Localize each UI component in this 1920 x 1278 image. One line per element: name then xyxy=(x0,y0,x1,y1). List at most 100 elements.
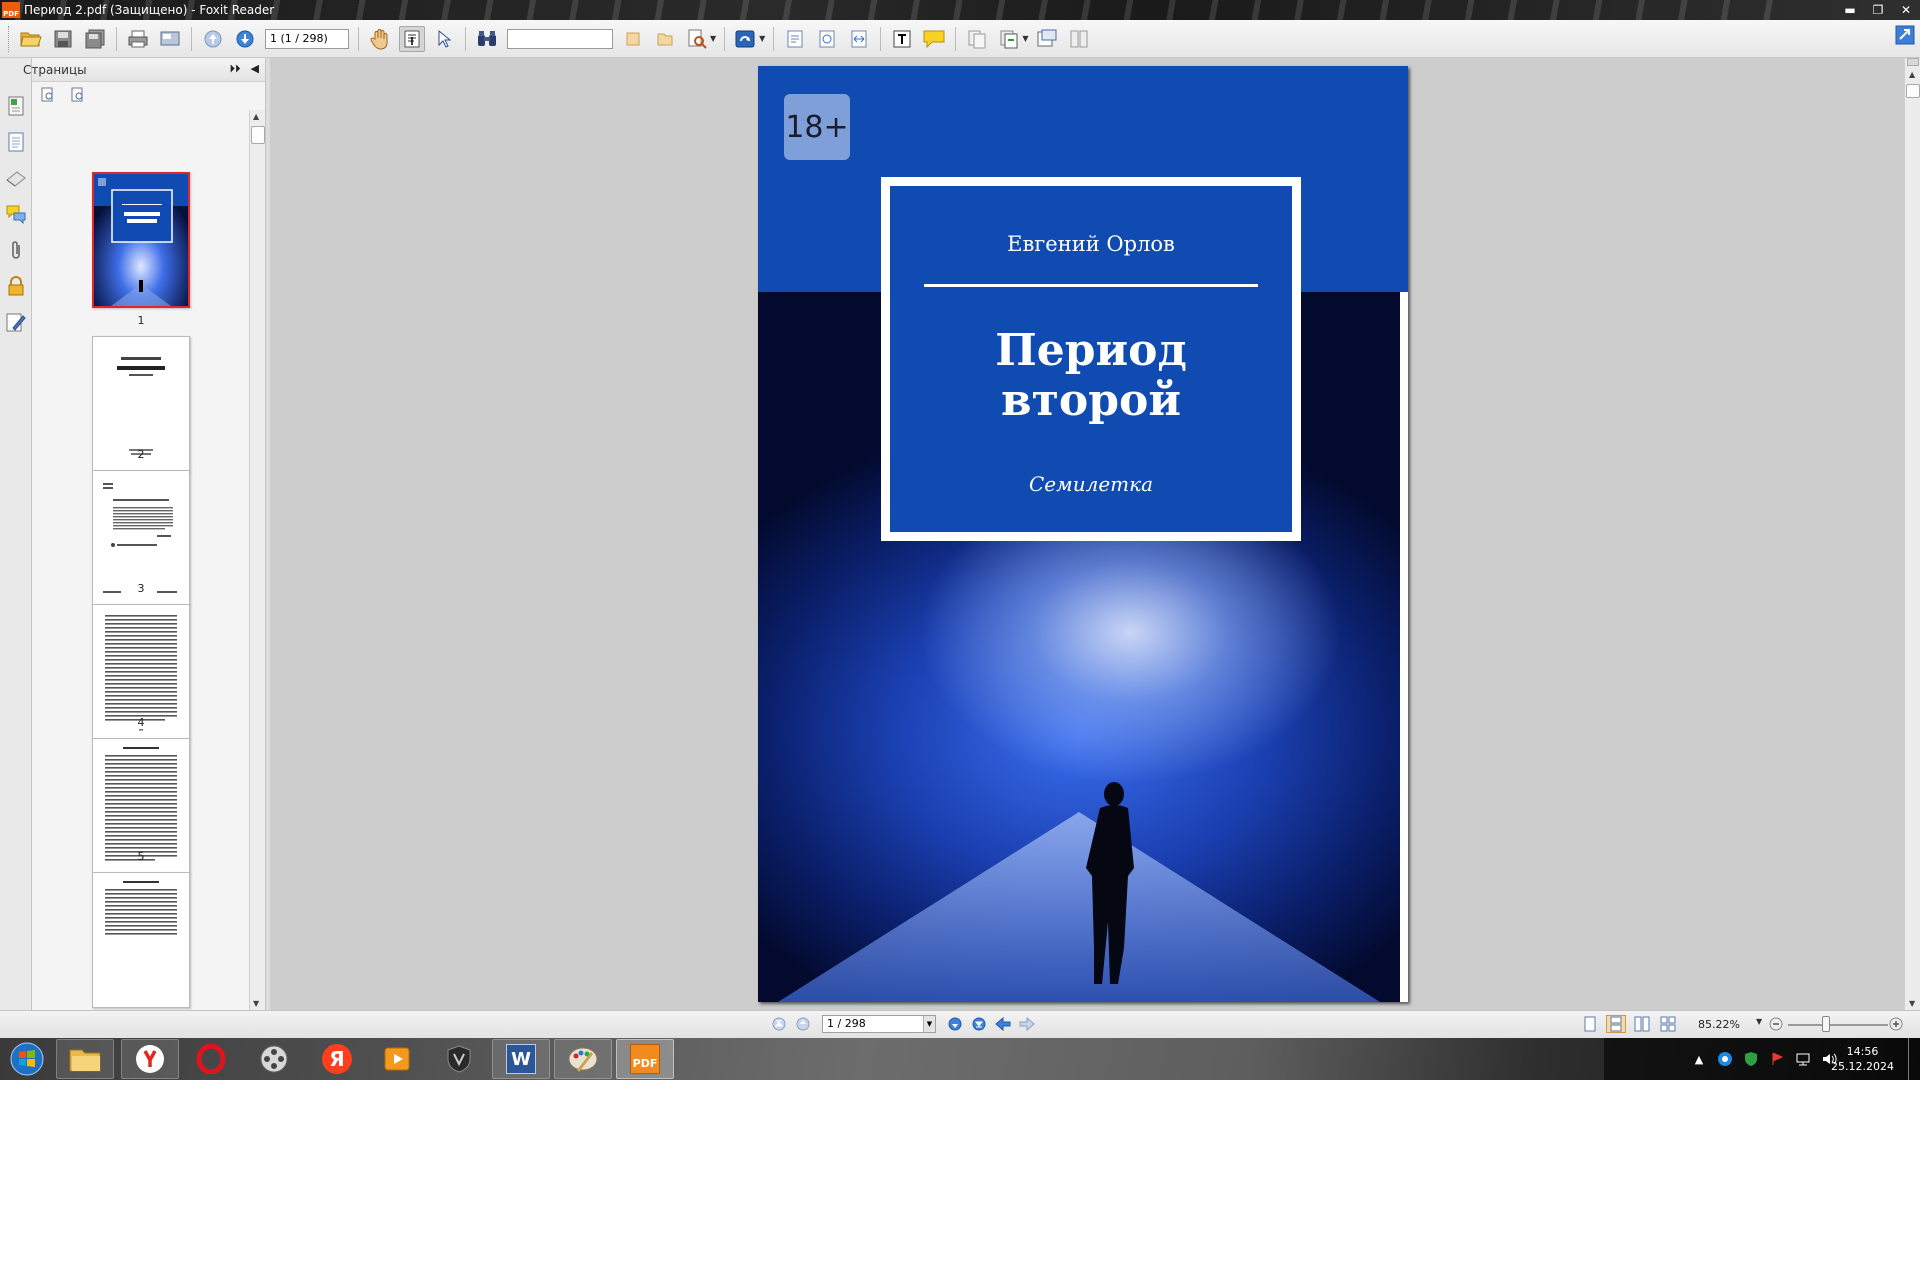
previous-page-button[interactable] xyxy=(200,26,226,52)
save-all-button[interactable] xyxy=(82,26,108,52)
chevron-down-icon[interactable]: ▼ xyxy=(759,34,765,43)
window-controls: ▬ ❐ ✕ xyxy=(1836,0,1920,20)
advanced-search-button[interactable] xyxy=(684,26,710,52)
insert-page-button[interactable] xyxy=(1034,26,1060,52)
taskbar-video[interactable] xyxy=(368,1039,426,1079)
find-previous-button[interactable] xyxy=(620,26,646,52)
zoom-slider-handle[interactable] xyxy=(1822,1016,1830,1032)
foxit-app-icon[interactable]: PDF xyxy=(2,2,20,18)
continuous-facing-button[interactable] xyxy=(1658,1015,1678,1033)
taskbar-game[interactable] xyxy=(430,1039,488,1079)
document-scrollbar[interactable]: ▲ ▼ xyxy=(1904,58,1920,1010)
speech-bubble-icon xyxy=(923,30,945,48)
taskbar-foxit[interactable]: PDF xyxy=(616,1039,674,1079)
system-clock[interactable]: 14:56 25.12.2024 xyxy=(1831,1044,1894,1074)
print-button[interactable] xyxy=(125,26,151,52)
single-page-button[interactable] xyxy=(1580,1015,1600,1033)
tray-app-icon[interactable] xyxy=(1714,1048,1736,1070)
tray-security-icon[interactable] xyxy=(1766,1048,1788,1070)
next-page-button[interactable] xyxy=(232,26,258,52)
email-button[interactable] xyxy=(157,26,183,52)
tray-network-icon[interactable] xyxy=(1792,1048,1814,1070)
minimize-button[interactable]: ▬ xyxy=(1836,0,1864,20)
start-button[interactable] xyxy=(4,1040,50,1078)
expand-toolbar-icon[interactable] xyxy=(1894,24,1916,46)
open-file-button[interactable] xyxy=(18,26,44,52)
find-button[interactable] xyxy=(474,26,500,52)
extract-pages-button[interactable] xyxy=(964,26,990,52)
chevron-down-icon[interactable]: ▼ xyxy=(1022,34,1028,43)
close-button[interactable]: ✕ xyxy=(1892,0,1920,20)
bookmarks-tab[interactable] xyxy=(4,94,28,118)
fit-page-button[interactable] xyxy=(814,26,840,52)
chevron-down-icon[interactable]: ▼ xyxy=(923,1016,935,1032)
security-tab[interactable] xyxy=(4,274,28,298)
layers-tab[interactable] xyxy=(4,166,28,190)
taskbar-yandex[interactable]: Я xyxy=(308,1039,366,1079)
scroll-up-icon[interactable]: ▲ xyxy=(1909,70,1915,79)
document-scroll-thumb[interactable] xyxy=(1906,84,1920,98)
collapse-panel-icon[interactable]: ◀ xyxy=(251,62,259,76)
split-pages-button[interactable] xyxy=(1066,26,1092,52)
taskbar-explorer[interactable] xyxy=(56,1039,114,1079)
next-page-button-status[interactable] xyxy=(946,1015,964,1033)
zoom-to-button[interactable] xyxy=(782,26,808,52)
zoom-slider-track[interactable] xyxy=(1788,1024,1888,1026)
chevron-down-icon[interactable]: ▼ xyxy=(710,34,716,43)
restore-button[interactable]: ❐ xyxy=(1864,0,1892,20)
thumbnail-page[interactable] xyxy=(92,872,190,1008)
manage-pages-button[interactable] xyxy=(996,26,1022,52)
go-forward-button[interactable] xyxy=(1018,1015,1036,1033)
rotate-view-button[interactable] xyxy=(733,26,759,52)
save-button[interactable] xyxy=(50,26,76,52)
go-back-button[interactable] xyxy=(994,1015,1012,1033)
show-hidden-icons-button[interactable]: ▲ xyxy=(1688,1048,1710,1070)
document-view[interactable]: 18+ Евгений Орлов Период второй Семилетк… xyxy=(270,58,1904,1010)
signatures-tab[interactable] xyxy=(4,310,28,334)
toolbar-grip[interactable] xyxy=(8,25,11,52)
page-number-combo[interactable]: 1 / 298 ▼ xyxy=(822,1015,936,1033)
pages-tab[interactable] xyxy=(4,130,28,154)
zoom-level[interactable]: 85.22% xyxy=(1698,1018,1740,1031)
hand-tool-button[interactable] xyxy=(367,26,393,52)
zoom-in-icon[interactable] xyxy=(1888,1016,1904,1032)
shield-game-icon xyxy=(447,1045,471,1073)
thumbnail-scrollbar[interactable]: ▲ ▼ xyxy=(249,110,265,1010)
typewriter-button[interactable] xyxy=(889,26,915,52)
taskbar-word[interactable]: W xyxy=(492,1039,550,1079)
zoom-out-thumbnail-icon[interactable] xyxy=(70,87,86,103)
thumbnail-scroll-thumb[interactable] xyxy=(251,126,265,144)
taskbar-yandex-browser[interactable] xyxy=(121,1039,179,1079)
taskbar-media[interactable] xyxy=(245,1039,303,1079)
expand-panel-icon[interactable]: ⏵⏵ xyxy=(230,62,241,76)
select-text-button[interactable] xyxy=(399,25,425,52)
pdf-page[interactable]: 18+ Евгений Орлов Период второй Семилетк… xyxy=(758,66,1408,1002)
note-button[interactable] xyxy=(921,26,947,52)
scroll-down-icon[interactable]: ▼ xyxy=(253,999,259,1008)
attachments-tab[interactable] xyxy=(4,238,28,262)
previous-page-button-status[interactable] xyxy=(794,1015,812,1033)
taskbar-opera[interactable] xyxy=(182,1039,240,1079)
first-page-button[interactable] xyxy=(770,1015,788,1033)
zoom-in-thumbnail-icon[interactable] xyxy=(40,87,56,103)
find-next-button[interactable] xyxy=(652,26,678,52)
tray-antivirus-icon[interactable] xyxy=(1740,1048,1762,1070)
scroll-up-icon[interactable]: ▲ xyxy=(253,112,259,121)
pages-panel-header: Страницы ⏵⏵ ◀ xyxy=(23,58,265,82)
thumbnail-list[interactable]: 1 2 3 4 5 xyxy=(32,110,248,1010)
zoom-out-icon[interactable] xyxy=(1768,1016,1784,1032)
show-desktop-button[interactable] xyxy=(1908,1038,1920,1080)
chevron-down-icon[interactable]: ▼ xyxy=(1756,1017,1762,1026)
fit-width-button[interactable] xyxy=(846,26,872,52)
split-view-handle[interactable] xyxy=(1907,58,1919,66)
select-annotation-button[interactable] xyxy=(431,26,457,52)
page-number-input[interactable] xyxy=(265,28,349,49)
taskbar-paint[interactable] xyxy=(554,1039,612,1079)
facing-pages-button[interactable] xyxy=(1632,1015,1652,1033)
search-input[interactable] xyxy=(507,28,613,49)
continuous-page-button[interactable] xyxy=(1606,1015,1626,1033)
last-page-button[interactable] xyxy=(970,1015,988,1033)
comments-tab[interactable] xyxy=(4,202,28,226)
thumbnail-page[interactable] xyxy=(92,172,190,308)
scroll-down-icon[interactable]: ▼ xyxy=(1909,999,1915,1008)
